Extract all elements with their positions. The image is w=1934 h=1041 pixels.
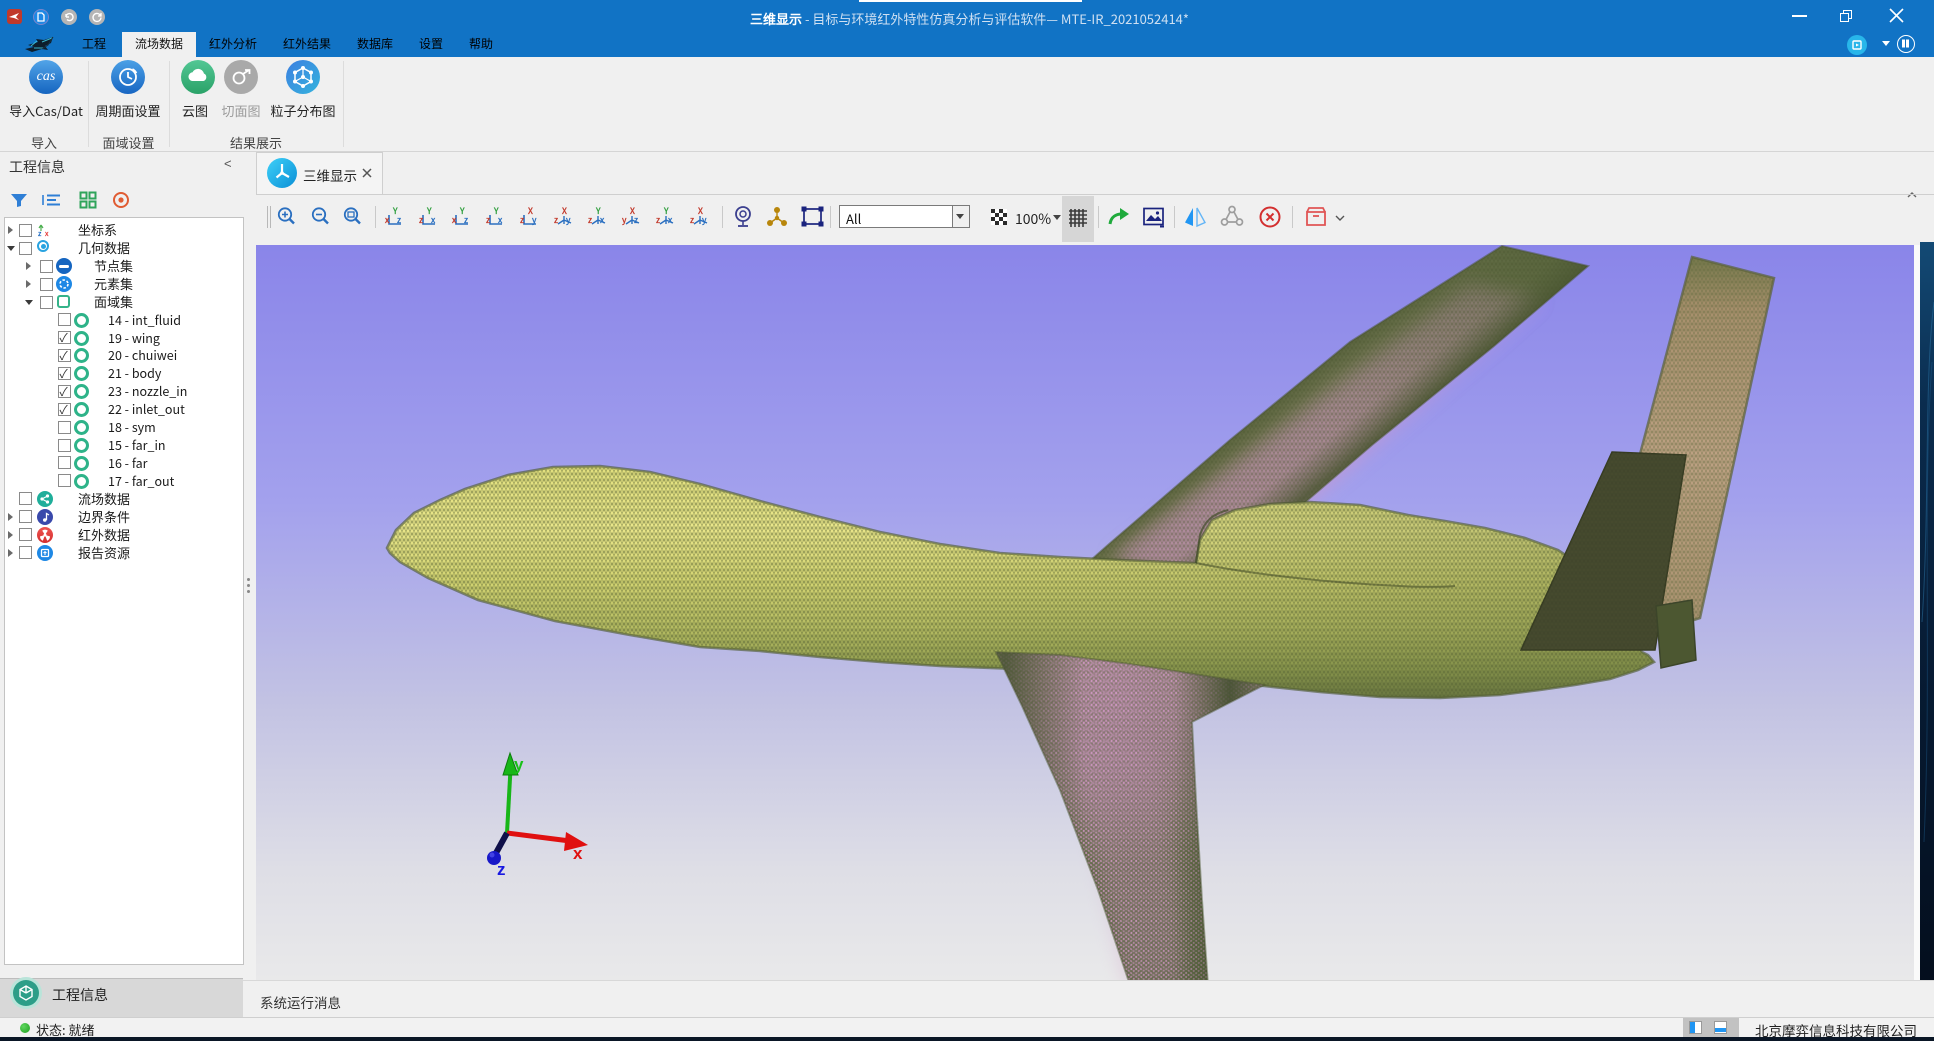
svg-text:z: z <box>690 214 694 226</box>
svg-text:y: y <box>565 214 571 226</box>
svg-text:x: x <box>599 214 605 226</box>
svg-text:z: z <box>419 214 423 226</box>
svg-text:y: y <box>701 214 707 226</box>
svg-text:z: z <box>497 860 506 879</box>
svg-text:x: x <box>44 229 49 238</box>
svg-text:y: y <box>531 214 537 226</box>
svg-text:z: z <box>397 214 401 226</box>
svg-text:x: x <box>497 214 503 226</box>
svg-text:z: z <box>656 214 660 226</box>
svg-text:y: y <box>621 214 627 226</box>
svg-text:z: z <box>634 214 638 226</box>
svg-text:z: z <box>520 214 524 226</box>
svg-text:y: y <box>514 755 524 774</box>
svg-text:z: z <box>588 214 592 226</box>
svg-text:z: z <box>464 214 468 226</box>
svg-text:x: x <box>451 214 457 226</box>
svg-text:z: z <box>554 214 558 226</box>
svg-text:z: z <box>486 214 490 226</box>
svg-text:x: x <box>573 844 583 863</box>
svg-text:x: x <box>430 214 436 226</box>
svg-text:x: x <box>667 214 673 226</box>
svg-text:x: x <box>384 214 390 226</box>
